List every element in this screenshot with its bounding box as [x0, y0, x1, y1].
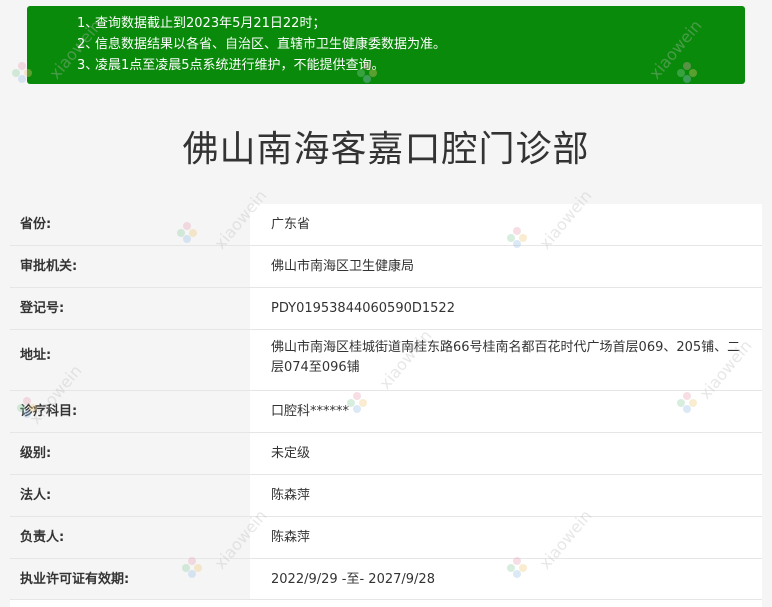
info-row-province: 省份: 广东省 [10, 204, 762, 246]
row-value: 2022/9/29 -至- 2027/9/28 [250, 559, 762, 600]
row-label: 法人: [10, 475, 250, 516]
notice-item: 2、信息数据结果以各省、自治区、直辖市卫生健康委数据为准。 [77, 37, 447, 52]
info-row-registration-number: 登记号: PDY01953844060590D1522 [10, 288, 762, 330]
row-label: 地址: [10, 330, 250, 390]
info-row-license-validity: 执业许可证有效期: 2022/9/29 -至- 2027/9/28 [10, 559, 762, 601]
notice-banner: 1、查询数据截止到2023年5月21日22时； 2、信息数据结果以各省、自治区、… [27, 6, 745, 84]
info-table: 省份: 广东省 审批机关: 佛山市南海区卫生健康局 登记号: PDY019538… [10, 204, 762, 601]
row-label: 审批机关: [10, 246, 250, 287]
row-label: 诊疗科目: [10, 391, 250, 432]
row-value: PDY01953844060590D1522 [250, 288, 762, 329]
page-title: 佛山南海客嘉口腔门诊部 [182, 129, 590, 170]
row-label: 登记号: [10, 288, 250, 329]
row-value: 广东省 [250, 204, 762, 245]
row-value: 佛山市南海区桂城街道南桂东路66号桂南名都百花时代广场首层069、205铺、二层… [250, 330, 762, 390]
info-row-approval-authority: 审批机关: 佛山市南海区卫生健康局 [10, 246, 762, 288]
row-value: 陈森萍 [250, 517, 762, 558]
notice-item: 1、查询数据截止到2023年5月21日22时； [77, 16, 326, 31]
info-row-legal-person: 法人: 陈森萍 [10, 475, 762, 517]
row-label: 负责人: [10, 517, 250, 558]
notice-list: 1、查询数据截止到2023年5月21日22时； 2、信息数据结果以各省、自治区、… [77, 13, 745, 76]
row-value: 佛山市南海区卫生健康局 [250, 246, 762, 287]
info-row-address: 地址: 佛山市南海区桂城街道南桂东路66号桂南名都百花时代广场首层069、205… [10, 330, 762, 391]
row-label: 执业许可证有效期: [10, 559, 250, 600]
info-row-person-in-charge: 负责人: 陈森萍 [10, 517, 762, 559]
row-value: 未定级 [250, 433, 762, 474]
notice-item: 3、凌晨1点至凌晨5点系统进行维护，不能提供查询。 [77, 58, 385, 73]
row-label: 省份: [10, 204, 250, 245]
row-value: 陈森萍 [250, 475, 762, 516]
row-value: 口腔科****** [250, 391, 762, 432]
row-label: 级别: [10, 433, 250, 474]
info-row-departments: 诊疗科目: 口腔科****** [10, 391, 762, 433]
info-row-level: 级别: 未定级 [10, 433, 762, 475]
